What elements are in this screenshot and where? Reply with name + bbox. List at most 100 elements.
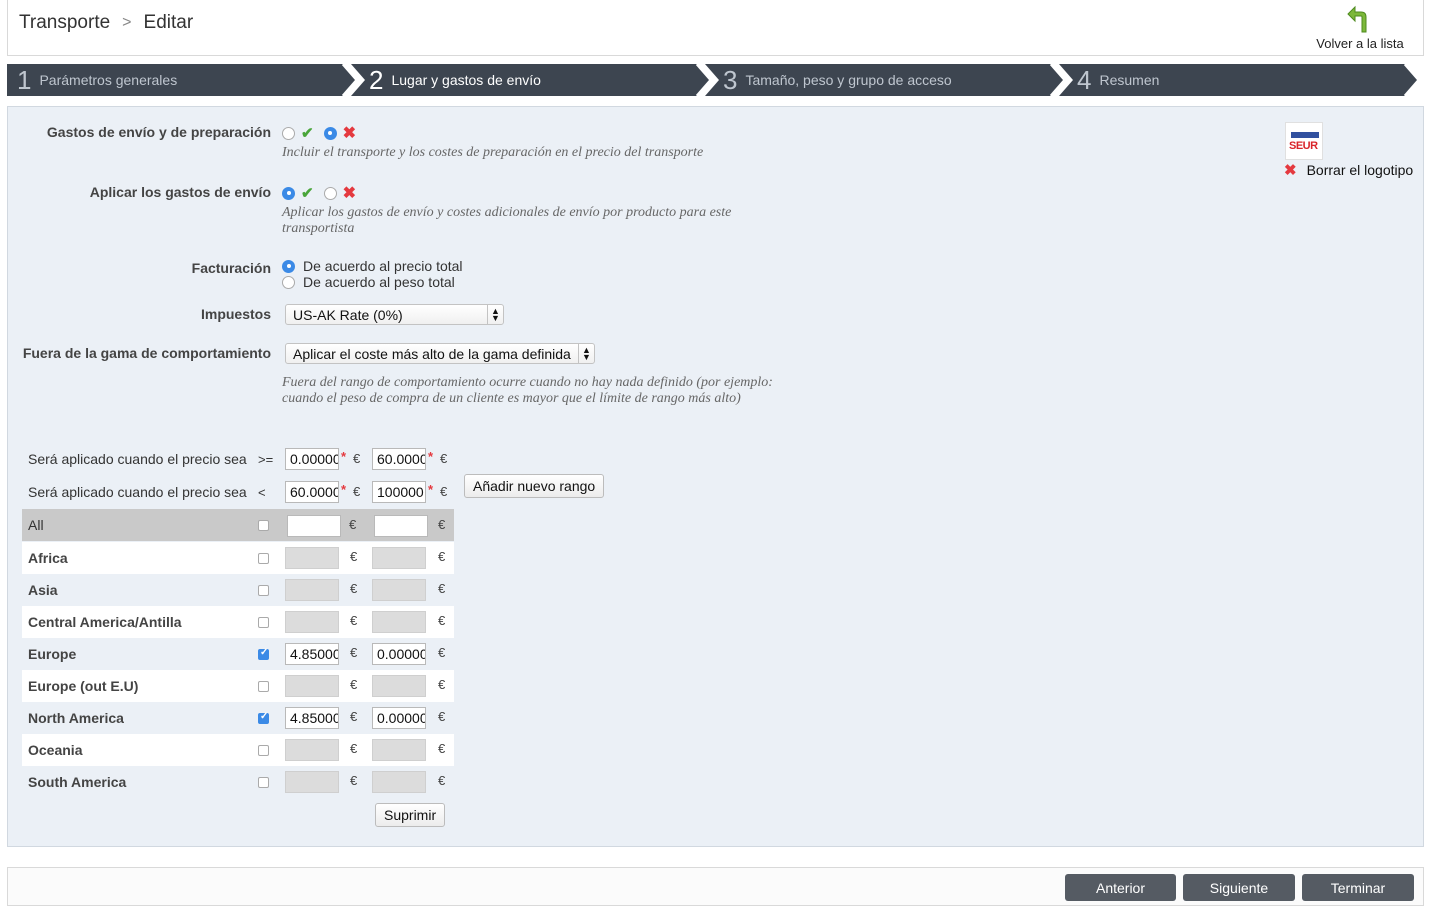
delete-logo-link[interactable]: ✖ Borrar el logotipo <box>1284 161 1413 179</box>
billing-price-radio[interactable] <box>282 259 295 273</box>
check-icon: ✔ <box>301 125 314 142</box>
step-label: Lugar y gastos de envío <box>391 72 541 88</box>
zone-price-input[interactable] <box>372 611 426 633</box>
delete-range-button[interactable]: Suprimir <box>375 803 446 827</box>
zone-row: Africa € € <box>22 542 454 574</box>
return-arrow-icon <box>1347 5 1367 33</box>
step-label: Parámetros generales <box>39 72 178 88</box>
apply-shipping-label: Aplicar los gastos de envío <box>89 184 271 200</box>
range-upper-to-input[interactable]: 100000 <box>372 481 426 503</box>
wizard-footer: Anterior Siguiente Terminar <box>7 867 1424 906</box>
zone-row: North America 4.850000 € 0.000000 € <box>22 702 454 734</box>
zone-price-input[interactable] <box>372 547 426 569</box>
apply-shipping-no-radio[interactable] <box>323 186 337 200</box>
step-summary[interactable]: 4 Resumen <box>1077 64 1159 96</box>
zone-checkbox[interactable] <box>258 647 269 660</box>
zone-price-input[interactable] <box>372 579 426 601</box>
shipping-handling-no-radio[interactable] <box>323 126 337 140</box>
delete-logo-label: Borrar el logotipo <box>1306 162 1414 178</box>
range-row-lower: Será aplicado cuando el precio sea >= 0.… <box>22 443 454 475</box>
billing-weight-radio[interactable] <box>282 275 295 289</box>
currency-label: € <box>438 581 446 596</box>
zone-price-input[interactable] <box>285 675 339 697</box>
zone-checkbox[interactable] <box>258 617 269 628</box>
zone-row-all: All € € <box>22 509 454 541</box>
breadcrumb-page: Editar <box>143 12 194 33</box>
range-row-upper: Será aplicado cuando el precio sea < 60.… <box>22 476 454 508</box>
step-size-weight-group[interactable]: 3 Tamaño, peso y grupo de acceso <box>723 64 952 96</box>
previous-button[interactable]: Anterior <box>1065 874 1176 901</box>
zone-price-input[interactable]: 4.850000 <box>285 707 339 729</box>
apply-shipping-hint: Aplicar los gastos de envío y costes adi… <box>282 205 732 236</box>
billing-options: De acuerdo al precio total De acuerdo al… <box>282 258 463 290</box>
zone-checkbox[interactable] <box>258 745 269 756</box>
currency-label: € <box>350 613 358 628</box>
zone-price-input[interactable] <box>285 579 339 601</box>
zone-price-input[interactable]: 0.000000 <box>372 643 426 665</box>
shipping-handling-yes-radio[interactable] <box>282 126 295 140</box>
zone-checkbox[interactable] <box>258 553 269 564</box>
zone-row: Central America/Antilla € € <box>22 606 454 638</box>
range-condition-label: Será aplicado cuando el precio sea <box>28 484 247 500</box>
currency-label: € <box>350 773 358 788</box>
zone-checkbox[interactable] <box>258 777 269 788</box>
currency-label: € <box>350 645 358 660</box>
check-icon: ✔ <box>301 185 314 202</box>
zone-checkbox[interactable] <box>258 711 269 724</box>
logo-bar <box>1291 132 1319 138</box>
zone-checkbox[interactable] <box>258 681 269 692</box>
zone-price-input[interactable]: 0.000000 <box>372 707 426 729</box>
cross-icon: ✖ <box>342 185 356 202</box>
logo-text: SEUR <box>1289 140 1318 152</box>
step-shipping-locations[interactable]: 2 Lugar y gastos de envío <box>369 64 541 96</box>
tax-select[interactable]: US-AK Rate (0%) ▲ ▼ <box>285 304 504 325</box>
next-button[interactable]: Siguiente <box>1183 874 1295 901</box>
required-marker: * <box>428 482 434 497</box>
zone-price-input[interactable] <box>285 771 339 793</box>
billing-option-price[interactable]: De acuerdo al precio total <box>282 258 463 274</box>
zone-row: South America € € <box>22 766 454 798</box>
step-label: Tamaño, peso y grupo de acceso <box>745 72 952 88</box>
add-range-button[interactable]: Añadir nuevo rango <box>464 474 605 498</box>
range-upper-from-input[interactable]: 60.000000 <box>285 481 339 503</box>
zone-row: Asia € € <box>22 574 454 606</box>
step-number: 3 <box>723 65 738 95</box>
zone-row: Europe (out E.U) € € <box>22 670 454 702</box>
finish-button[interactable]: Terminar <box>1302 874 1414 901</box>
breadcrumb: Transporte > Editar <box>19 12 193 34</box>
zone-checkbox[interactable] <box>258 520 269 531</box>
zone-checkbox[interactable] <box>258 585 269 596</box>
zone-price-input[interactable] <box>372 739 426 761</box>
back-to-list-label: Volver a la lista <box>1316 36 1404 51</box>
currency-label: € <box>438 613 446 628</box>
billing-label: Facturación <box>191 260 271 276</box>
billing-option-weight[interactable]: De acuerdo al peso total <box>282 274 463 290</box>
currency-label: € <box>438 773 446 788</box>
range-lower-to-input[interactable]: 60.000000 <box>372 448 426 470</box>
zone-price-input[interactable] <box>372 771 426 793</box>
zone-price-input[interactable] <box>285 739 339 761</box>
out-of-range-select-value: Aplicar el coste más alto de la gama def… <box>293 345 571 362</box>
apply-shipping-switch: ✔ ✖ <box>282 183 356 203</box>
breadcrumb-section[interactable]: Transporte <box>19 12 110 34</box>
zone-price-input[interactable]: 4.850000 <box>285 643 339 665</box>
tax-select-value: US-AK Rate (0%) <box>293 306 403 323</box>
step-general-parameters[interactable]: 1 Parámetros generales <box>17 64 177 96</box>
zone-price-input[interactable] <box>287 515 341 537</box>
currency-label: € <box>438 677 446 692</box>
back-to-list-button[interactable]: Volver a la lista <box>1310 4 1410 51</box>
apply-shipping-yes-radio[interactable] <box>282 186 295 200</box>
zone-price-input[interactable] <box>285 547 339 569</box>
currency-label: € <box>353 484 361 499</box>
zone-price-input[interactable] <box>285 611 339 633</box>
range-lower-from-input[interactable]: 0.000000 <box>285 448 339 470</box>
currency-label: € <box>440 484 448 499</box>
out-of-range-select[interactable]: Aplicar el coste más alto de la gama def… <box>285 343 595 364</box>
currency-label: € <box>350 677 358 692</box>
zone-row: Europe 4.850000 € 0.000000 € <box>22 638 454 670</box>
zone-price-input[interactable] <box>372 675 426 697</box>
zone-name: Central America/Antilla <box>28 614 182 630</box>
required-marker: * <box>341 482 347 497</box>
zone-price-input[interactable] <box>374 515 428 537</box>
tax-label: Impuestos <box>200 306 271 322</box>
